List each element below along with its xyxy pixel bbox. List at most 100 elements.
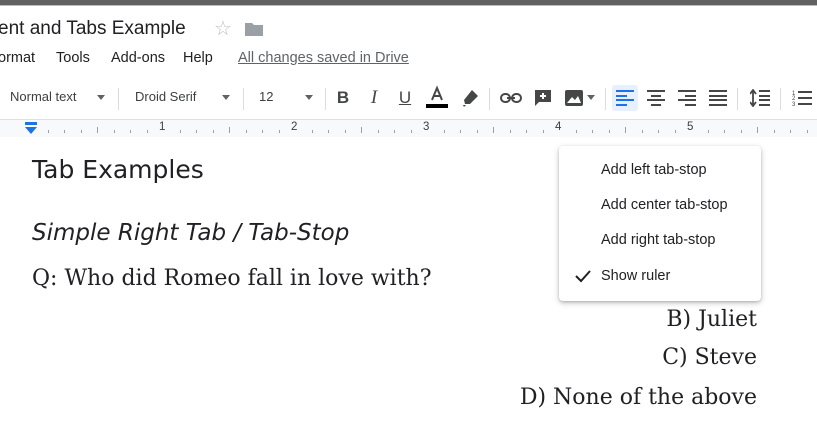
ruler-tick	[724, 130, 725, 133]
align-center-icon	[647, 90, 665, 106]
ruler-tick	[543, 130, 544, 133]
ruler-number: 1	[159, 121, 166, 133]
text-color-button[interactable]	[424, 85, 450, 111]
font-size-value: 12	[259, 89, 274, 104]
menu-help[interactable]: Help	[183, 50, 213, 66]
ruler-tick	[576, 130, 577, 133]
ruler-tick	[213, 130, 214, 133]
toolbar-divider	[118, 88, 119, 110]
insert-image-button[interactable]	[561, 85, 587, 111]
justify-icon	[709, 90, 727, 106]
folder-icon[interactable]	[244, 21, 264, 37]
ruler-number: 4	[555, 121, 562, 133]
ruler-tick	[411, 130, 412, 133]
toolbar-divider	[325, 88, 326, 110]
align-center-button[interactable]	[643, 85, 669, 111]
ruler-number: 5	[687, 121, 694, 133]
menu-item-add-left-tab-stop[interactable]: Add left tab-stop	[559, 155, 761, 187]
add-comment-icon	[535, 90, 551, 106]
align-right-icon	[678, 90, 696, 106]
underline-button[interactable]: U	[392, 85, 418, 111]
ruler-tick	[262, 130, 263, 133]
chevron-down-icon	[97, 95, 105, 100]
insert-link-button[interactable]	[498, 85, 524, 111]
ruler-tick	[114, 130, 115, 133]
numbered-list-icon: 1 2 3	[792, 91, 812, 107]
line-spacing-button[interactable]	[747, 85, 773, 111]
toolbar-divider	[605, 88, 606, 110]
menu-item-label: Show ruler	[601, 268, 671, 284]
image-icon	[565, 90, 583, 106]
ruler-tick	[493, 127, 494, 133]
answer-line[interactable]: C) Steve	[662, 345, 757, 370]
ruler-tick	[81, 130, 82, 133]
highlighter-icon	[463, 90, 478, 107]
menu-tools[interactable]: Tools	[56, 50, 90, 66]
ruler-tick	[64, 130, 65, 133]
ruler-tick	[790, 130, 791, 133]
ruler-tick	[180, 130, 181, 133]
document-title[interactable]: ent and Tabs Example	[0, 18, 186, 40]
ruler-tick	[510, 130, 511, 133]
ruler-context-menu: Add left tab-stop Add center tab-stop Ad…	[559, 146, 761, 301]
ruler-tick	[526, 130, 527, 133]
menu-item-add-center-tab-stop[interactable]: Add center tab-stop	[559, 190, 761, 222]
bold-button[interactable]: B	[330, 85, 356, 111]
ruler-tick	[246, 130, 247, 133]
numbered-list-button[interactable]: 1 2 3	[789, 85, 815, 111]
ruler-tick	[592, 130, 593, 133]
underline-icon: U	[398, 88, 412, 107]
menu-item-label: Add center tab-stop	[601, 197, 728, 213]
answer-line[interactable]: D) None of the above	[520, 385, 757, 410]
toolbar-divider	[243, 88, 244, 110]
ruler-tick	[774, 130, 775, 133]
insert-comment-button[interactable]	[530, 85, 556, 111]
menu-format[interactable]: ormat	[0, 50, 35, 66]
question-line[interactable]: Q: Who did Romeo fall in love with?	[32, 266, 432, 291]
ruler-tick	[741, 130, 742, 133]
ruler-tick	[675, 130, 676, 133]
ruler-tick	[279, 130, 280, 133]
toolbar-divider	[489, 88, 490, 110]
ruler-tick	[609, 130, 610, 133]
ruler-tick	[361, 127, 362, 133]
menu-add-ons[interactable]: Add-ons	[111, 50, 165, 66]
ruler-tick	[130, 130, 131, 133]
style-select-value: Normal text	[10, 89, 77, 104]
indent-marker-icon[interactable]	[24, 122, 38, 134]
ruler-tick	[658, 130, 659, 133]
star-icon[interactable]: ☆	[214, 18, 232, 40]
heading-subtitle[interactable]: Simple Right Tab / Tab-Stop	[32, 220, 349, 246]
justify-button[interactable]	[705, 85, 731, 111]
ruler-number: 2	[291, 121, 298, 133]
ruler-tick	[97, 127, 98, 133]
heading-title[interactable]: Tab Examples	[32, 155, 204, 184]
ruler-tick	[708, 130, 709, 133]
italic-button[interactable]: I	[361, 85, 387, 111]
svg-text:3: 3	[792, 102, 796, 107]
ruler-tick	[625, 127, 626, 133]
ruler-tick	[460, 130, 461, 133]
window-top-divider	[0, 5, 817, 6]
menu-item-show-ruler[interactable]: Show ruler	[559, 261, 761, 293]
ruler-tick	[807, 130, 808, 133]
menu-item-add-right-tab-stop[interactable]: Add right tab-stop	[559, 225, 761, 257]
ruler-tick	[312, 130, 313, 133]
answer-line[interactable]: B) Juliet	[666, 307, 757, 332]
horizontal-ruler[interactable]: 1 2 3 4 5	[0, 119, 817, 138]
align-left-icon	[616, 90, 634, 106]
toolbar-divider	[780, 88, 781, 110]
save-status-link[interactable]: All changes saved in Drive	[238, 50, 409, 66]
line-spacing-icon	[750, 89, 770, 107]
chevron-down-icon[interactable]	[587, 95, 595, 100]
ruler-tick	[757, 127, 758, 133]
toolbar-divider	[737, 88, 738, 110]
text-color-icon	[426, 85, 448, 108]
align-left-button[interactable]	[612, 85, 638, 111]
align-right-button[interactable]	[674, 85, 700, 111]
font-select-value: Droid Serif	[135, 89, 197, 104]
ruler-tick	[229, 127, 230, 133]
highlight-button[interactable]	[457, 85, 483, 111]
chevron-down-icon	[222, 95, 230, 100]
ruler-tick	[477, 130, 478, 133]
